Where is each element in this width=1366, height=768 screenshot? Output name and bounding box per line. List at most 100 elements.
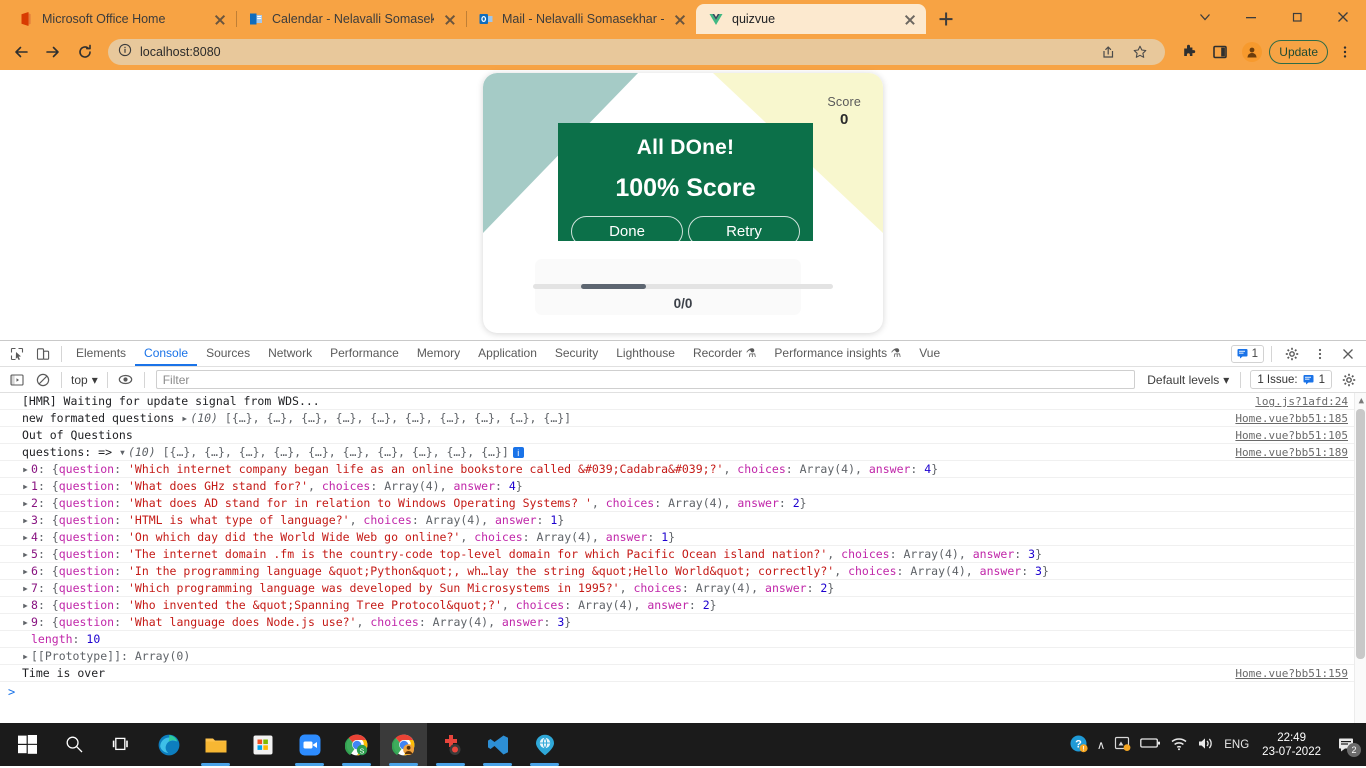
execution-context-select[interactable]: top ▾: [67, 373, 102, 387]
console-object-row[interactable]: 6: {question: 'In the programming langua…: [0, 563, 1366, 580]
tab-elements[interactable]: Elements: [67, 341, 135, 366]
browser-menu-icon[interactable]: [1330, 37, 1360, 67]
console-object-row[interactable]: 1: {question: 'What does GHz stand for?'…: [0, 478, 1366, 495]
screen-recorder-button[interactable]: [427, 723, 474, 766]
device-toolbar-icon[interactable]: [30, 342, 56, 366]
done-button[interactable]: Done: [571, 216, 683, 247]
expand-triangle-icon[interactable]: [22, 564, 31, 578]
task-view-button[interactable]: [98, 723, 145, 766]
profile-avatar[interactable]: [1237, 37, 1267, 67]
clear-console-icon[interactable]: [30, 368, 56, 392]
tab-lighthouse[interactable]: Lighthouse: [607, 341, 684, 366]
console-object-row[interactable]: 4: {question: 'On which day did the Worl…: [0, 529, 1366, 546]
tab-application[interactable]: Application: [469, 341, 546, 366]
update-button[interactable]: Update: [1269, 40, 1328, 64]
maximize-icon[interactable]: [1274, 0, 1320, 34]
tab-performance-insights[interactable]: Performance insights ⚗: [765, 341, 910, 366]
console-object-row[interactable]: 8: {question: 'Who invented the &quot;Sp…: [0, 597, 1366, 614]
vscode-button[interactable]: [474, 723, 521, 766]
console-source-link[interactable]: Home.vue?bb51:159: [1235, 667, 1348, 681]
tab-search-icon[interactable]: [1182, 0, 1228, 34]
console-line[interactable]: new formated questions (10) [{…}, {…}, {…: [0, 410, 1366, 427]
close-icon[interactable]: [442, 11, 458, 27]
close-icon[interactable]: [902, 11, 918, 27]
expand-triangle-icon[interactable]: [22, 615, 31, 629]
console-prompt[interactable]: >: [0, 682, 1366, 702]
expand-triangle-icon[interactable]: [22, 649, 31, 663]
reload-icon[interactable]: [70, 37, 100, 67]
browser-tab-mail[interactable]: Mail - Nelavalli Somasekhar - Ou: [466, 4, 696, 34]
message-count-badge[interactable]: 1: [1230, 344, 1264, 363]
console-source-link[interactable]: Home.vue?bb51:185: [1235, 412, 1348, 426]
clock[interactable]: 22:49 23-07-2022: [1258, 731, 1325, 759]
forward-icon[interactable]: [38, 37, 68, 67]
battery-icon[interactable]: [1140, 736, 1161, 753]
address-bar[interactable]: localhost:8080: [108, 37, 1166, 67]
scroll-up-icon[interactable]: ▲: [1359, 396, 1364, 406]
kebab-icon[interactable]: [1307, 342, 1333, 366]
tab-network[interactable]: Network: [259, 341, 321, 366]
expand-triangle-icon[interactable]: [22, 547, 31, 561]
extensions-icon[interactable]: [1173, 37, 1203, 67]
console-object-row[interactable]: 5: {question: 'The internet domain .fm i…: [0, 546, 1366, 563]
notification-center-button[interactable]: 2: [1334, 723, 1361, 766]
console-source-link[interactable]: Home.vue?bb51:105: [1235, 429, 1348, 443]
tab-console[interactable]: Console: [135, 341, 197, 366]
inspect-element-icon[interactable]: [4, 342, 30, 366]
console-line[interactable]: [HMR] Waiting for update signal from WDS…: [0, 393, 1366, 410]
sidepanel-icon[interactable]: [1205, 37, 1235, 67]
log-level-select[interactable]: Default levels ▾: [1141, 373, 1235, 387]
star-icon[interactable]: [1125, 37, 1155, 67]
edge-button[interactable]: [145, 723, 192, 766]
expand-triangle-icon[interactable]: [22, 581, 31, 595]
close-icon[interactable]: [672, 11, 688, 27]
console-scrollbar[interactable]: ▲: [1354, 393, 1366, 723]
browser-tab-quizvue[interactable]: quizvue: [696, 4, 926, 34]
search-button[interactable]: [51, 723, 98, 766]
console-sidebar-icon[interactable]: [4, 368, 30, 392]
browser-tab-office[interactable]: Microsoft Office Home: [6, 4, 236, 34]
tab-recorder[interactable]: Recorder ⚗: [684, 341, 765, 366]
tab-security[interactable]: Security: [546, 341, 607, 366]
share-icon[interactable]: [1093, 37, 1123, 67]
console-object-row[interactable]: 7: {question: 'Which programming languag…: [0, 580, 1366, 597]
console-object-row[interactable]: 3: {question: 'HTML is what type of lang…: [0, 512, 1366, 529]
devtools-close-icon[interactable]: [1335, 342, 1361, 366]
new-tab-button[interactable]: [932, 5, 960, 33]
window-close-icon[interactable]: [1320, 0, 1366, 34]
expand-triangle-icon[interactable]: [22, 598, 31, 612]
minimize-icon[interactable]: [1228, 0, 1274, 34]
console-object-row[interactable]: 9: {question: 'What language does Node.j…: [0, 614, 1366, 631]
onedrive-icon[interactable]: [1114, 735, 1131, 755]
console-settings-gear-icon[interactable]: [1336, 368, 1362, 392]
console-output[interactable]: [HMR] Waiting for update signal from WDS…: [0, 393, 1366, 723]
file-explorer-button[interactable]: [192, 723, 239, 766]
console-source-link[interactable]: Home.vue?bb51:189: [1235, 446, 1348, 460]
close-icon[interactable]: [212, 11, 228, 27]
gear-icon[interactable]: [1279, 342, 1305, 366]
start-button[interactable]: [4, 723, 51, 766]
console-object-row[interactable]: 0: {question: 'Which internet company be…: [0, 461, 1366, 478]
expand-triangle-icon[interactable]: [181, 411, 190, 425]
live-expression-icon[interactable]: [113, 368, 139, 392]
chrome-button[interactable]: [380, 723, 427, 766]
info-icon[interactable]: [118, 43, 132, 62]
console-line[interactable]: Out of Questions Home.vue?bb51:105: [0, 427, 1366, 444]
console-object-row[interactable]: 2: {question: 'What does AD stand for in…: [0, 495, 1366, 512]
issues-badge[interactable]: 1 Issue: 1: [1250, 370, 1332, 389]
console-source-link[interactable]: log.js?1afd:24: [1255, 395, 1348, 409]
app-button[interactable]: [521, 723, 568, 766]
zoom-button[interactable]: [286, 723, 333, 766]
tab-memory[interactable]: Memory: [408, 341, 469, 366]
language-indicator[interactable]: ENG: [1224, 739, 1249, 751]
console-line[interactable]: Time is over Home.vue?bb51:159: [0, 665, 1366, 682]
expand-triangle-icon[interactable]: [22, 462, 31, 476]
expand-triangle-icon[interactable]: [22, 496, 31, 510]
info-badge-icon[interactable]: i: [512, 447, 524, 458]
browser-tab-calendar[interactable]: Calendar - Nelavalli Somasekhar: [236, 4, 466, 34]
collapse-triangle-icon[interactable]: [119, 445, 128, 459]
expand-triangle-icon[interactable]: [22, 513, 31, 527]
chrome-profile-s-button[interactable]: S: [333, 723, 380, 766]
console-line[interactable]: questions: => (10) [{…}, {…}, {…}, {…}, …: [0, 444, 1366, 461]
console-filter-input[interactable]: Filter: [155, 370, 1136, 389]
